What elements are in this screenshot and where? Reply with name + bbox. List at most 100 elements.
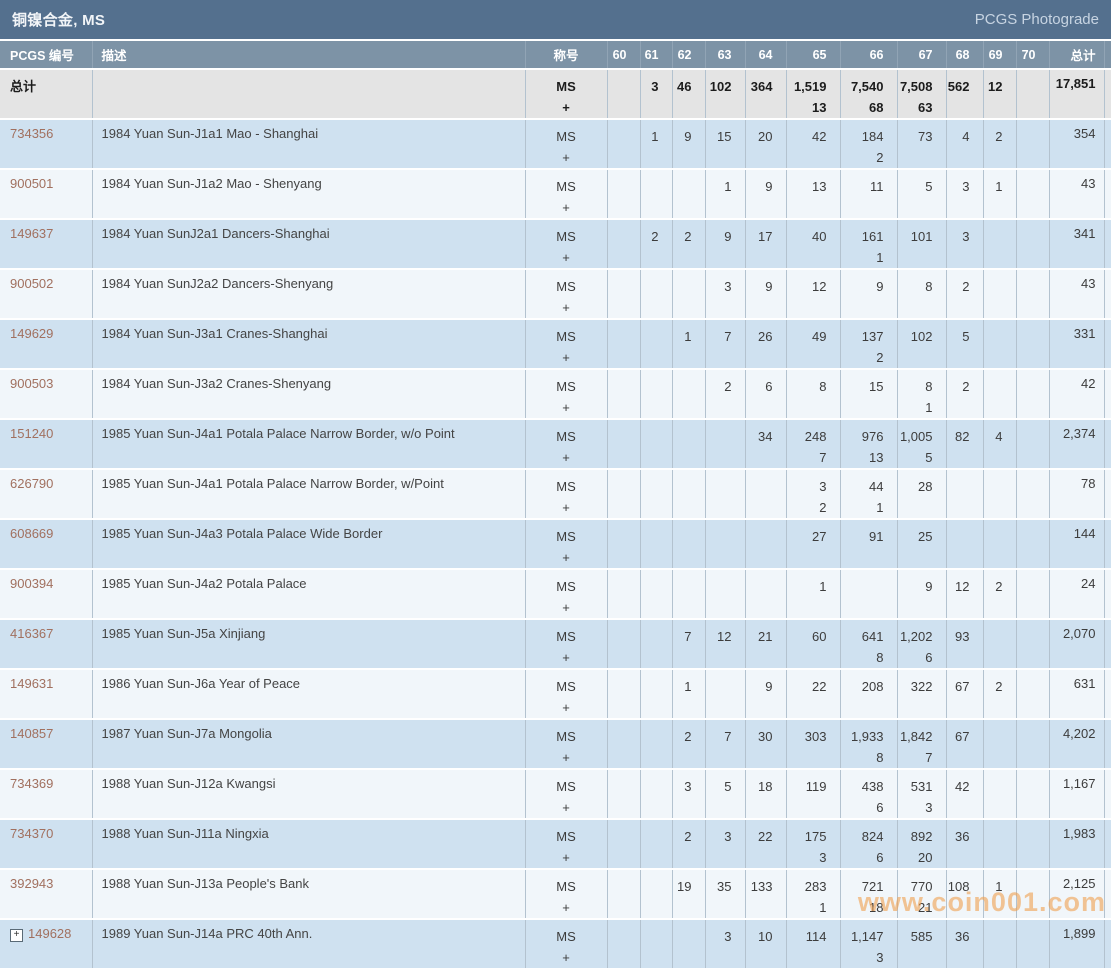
grade-cell-68: 36	[945, 819, 983, 870]
expand-icon[interactable]: +	[10, 929, 23, 942]
cell-line-1: 2	[995, 679, 1003, 694]
grade-cell-70	[1015, 719, 1049, 770]
cell-line-2	[673, 847, 692, 867]
cell-line-1: 40	[812, 229, 827, 244]
cell-line-1: 19	[677, 879, 692, 894]
total-cell: 331	[1048, 319, 1104, 370]
edge-cell	[1103, 169, 1111, 220]
cell-line-1	[641, 676, 659, 697]
grade-cell-69	[982, 719, 1016, 770]
cell-line-2	[984, 547, 1003, 567]
cell-line-2	[746, 797, 773, 817]
grade-cell-60	[606, 419, 640, 470]
pcgs-number-link[interactable]: 149628	[28, 926, 71, 941]
cell-line-1	[1017, 476, 1036, 497]
cell-line-2	[673, 447, 692, 467]
cell-line-1: 11	[870, 179, 884, 194]
designation-cell: MS +	[524, 769, 607, 820]
pcgs-number-link[interactable]: 149629	[10, 326, 53, 341]
table-row: 734356 1984 Yuan Sun-J1a1 Mao - Shanghai M…	[0, 119, 1111, 170]
pcgs-number-link[interactable]: 151240	[10, 426, 53, 441]
pcgs-number-link[interactable]: 392943	[10, 876, 53, 891]
cell-line-2	[787, 397, 827, 417]
cell-line-2	[641, 797, 659, 817]
cell-line-1	[608, 576, 627, 597]
grade-cell-62	[671, 419, 705, 470]
cell-line-2	[947, 347, 970, 367]
cell-line-1	[984, 526, 1003, 547]
cell-line-1	[746, 476, 773, 497]
grade-cell-64: 34	[744, 419, 786, 470]
grade-cell-60	[606, 219, 640, 270]
grade-cell-67: 7,508 63	[896, 69, 946, 120]
pcgs-number-link[interactable]: 734356	[10, 126, 53, 141]
pcgs-number-link[interactable]: 149637	[10, 226, 53, 241]
cell-line-1	[1017, 826, 1036, 847]
cell-line-2	[841, 697, 884, 717]
cell-line-1: 42	[955, 779, 970, 794]
grade-cell-66: 824 6	[839, 819, 897, 870]
grade-cell-61	[639, 769, 672, 820]
cell-line-1	[641, 326, 659, 347]
grade-cell-69	[982, 319, 1016, 370]
cell-line-2	[641, 947, 659, 967]
grade-cell-60	[606, 569, 640, 620]
cell-line-1	[1017, 276, 1036, 297]
cell-line-1: 12	[988, 79, 1003, 94]
cell-line-1: 976	[861, 429, 884, 444]
cell-line-2	[641, 247, 659, 267]
cell-line-2	[947, 597, 970, 617]
table-row: 626790 1985 Yuan Sun-J4a1 Potala Palace N…	[0, 469, 1111, 520]
grade-cell-66: 184 2	[839, 119, 897, 170]
pcgs-number-link[interactable]: 900501	[10, 176, 53, 191]
grade-cell-63: 15	[704, 119, 745, 170]
column-header-grade-62: 62	[671, 41, 705, 70]
cell-line-2	[608, 297, 627, 317]
cell-line-2	[841, 397, 884, 417]
column-header-pcgs-number: PCGS 编号	[0, 41, 92, 70]
column-header-grade-60: 60	[606, 41, 640, 70]
pcgs-number-link[interactable]: 608669	[10, 526, 53, 541]
pcgs-number-link[interactable]: 900503	[10, 376, 53, 391]
grade-cell-69: 12	[982, 69, 1016, 120]
pcgs-number-cell: 900501	[0, 169, 92, 220]
cell-line-2	[898, 247, 933, 267]
grade-cell-67: 25	[896, 519, 946, 570]
cell-line-1: MS	[556, 679, 576, 694]
pcgs-number-link[interactable]: 734369	[10, 776, 53, 791]
cell-line-2	[947, 697, 970, 717]
cell-line-1: MS	[556, 829, 576, 844]
cell-line-2	[947, 147, 970, 167]
pcgs-number-link[interactable]: 626790	[10, 476, 53, 491]
cell-line-2	[746, 297, 773, 317]
cell-line-1	[608, 926, 627, 947]
cell-line-2	[673, 497, 692, 517]
cell-line-2	[947, 397, 970, 417]
grade-cell-68: 67	[945, 719, 983, 770]
pcgs-number-link[interactable]: 900394	[10, 576, 53, 591]
cell-line-2: +	[562, 250, 570, 265]
pcgs-number-link[interactable]: 149631	[10, 676, 53, 691]
cell-line-2	[1017, 797, 1036, 817]
total-cell: 1,983	[1048, 819, 1104, 870]
pcgs-number-link[interactable]: 140857	[10, 726, 53, 741]
cell-line-1: 2	[724, 379, 732, 394]
cell-line-2	[706, 697, 732, 717]
cell-line-1: 6	[765, 379, 773, 394]
grade-cell-62	[671, 269, 705, 320]
pcgs-number-link[interactable]: 734370	[10, 826, 53, 841]
pcgs-number-link[interactable]: 900502	[10, 276, 53, 291]
cell-line-1: MS	[556, 379, 576, 394]
cell-line-1	[947, 526, 970, 547]
cell-line-1: 42	[812, 129, 827, 144]
cell-line-2: 8	[876, 650, 884, 665]
cell-line-2	[984, 97, 1003, 117]
grade-cell-69	[982, 619, 1016, 670]
photograde-link[interactable]: PCGS Photograde	[975, 11, 1099, 28]
pcgs-number-link[interactable]: 416367	[10, 626, 53, 641]
cell-line-2: +	[562, 400, 570, 415]
cell-line-2	[673, 297, 692, 317]
grade-cell-62: 46	[671, 69, 705, 120]
cell-line-1: 208	[861, 679, 884, 694]
cell-line-1: 585	[910, 929, 933, 944]
